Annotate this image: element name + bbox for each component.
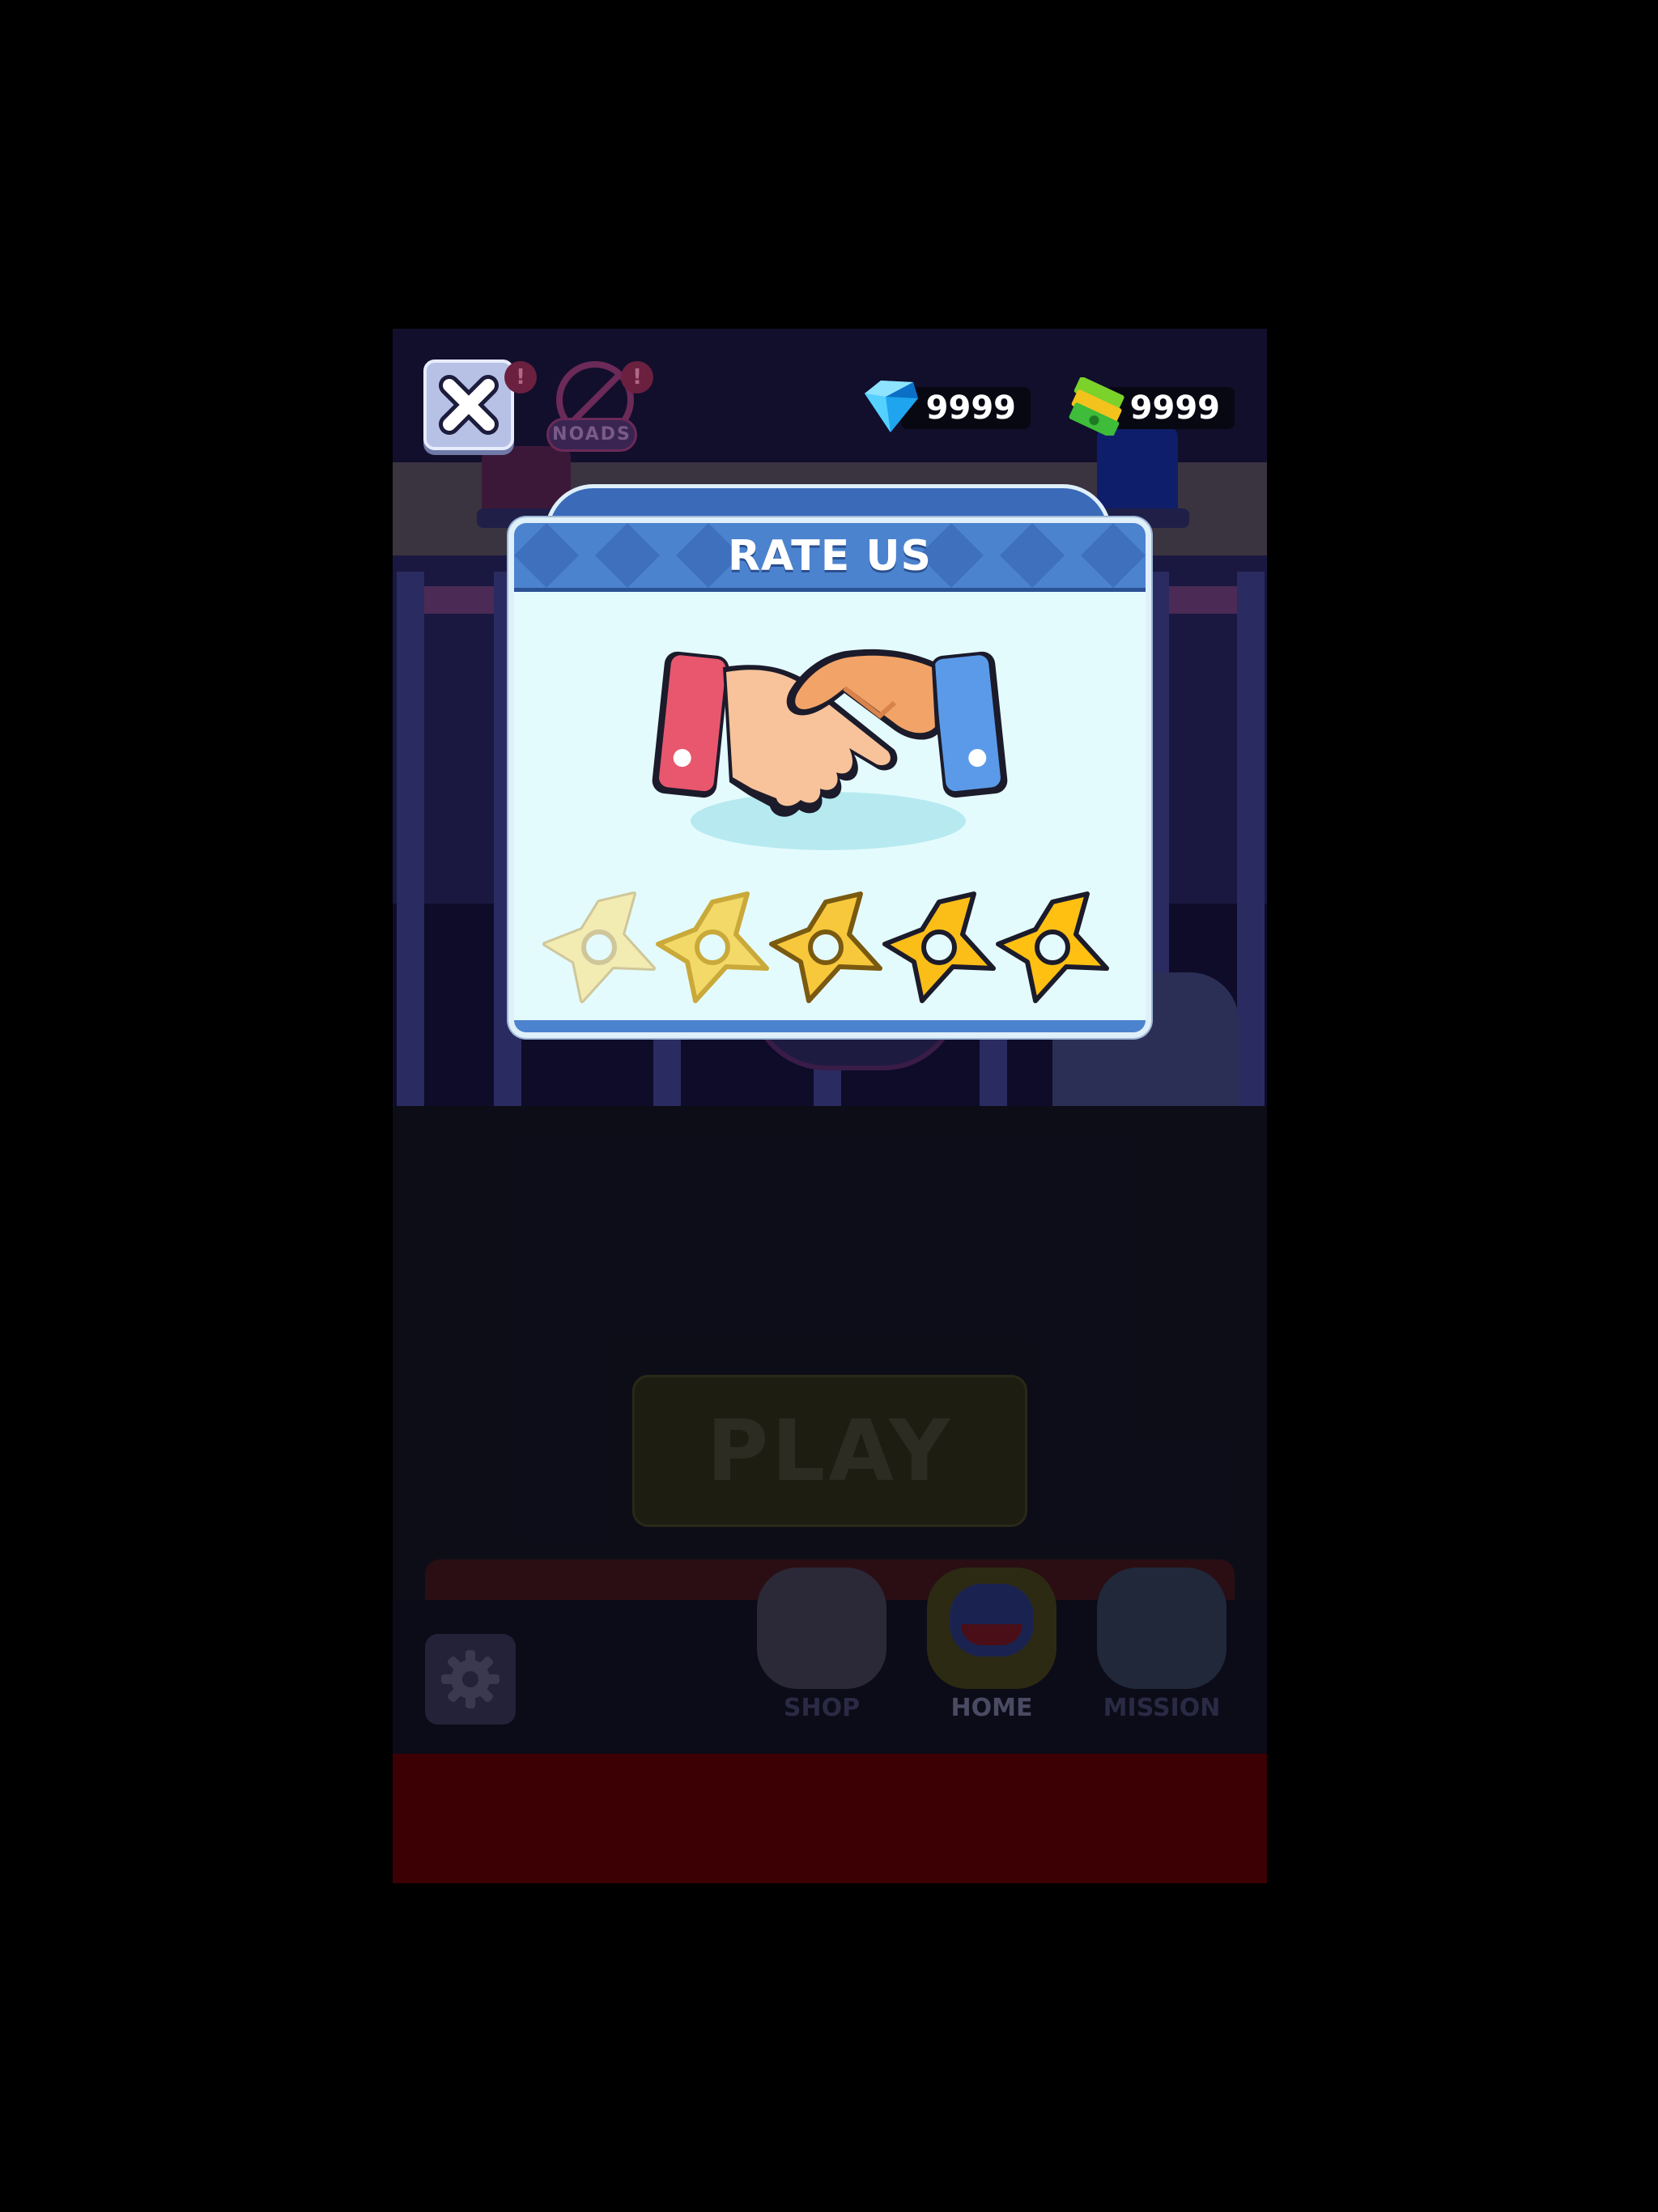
dialog-title: RATE US [727, 532, 933, 581]
shop-icon [757, 1568, 886, 1689]
star-rating[interactable] [538, 887, 1121, 1009]
nav-label: HOME [950, 1694, 1033, 1722]
star-icon-4[interactable] [878, 887, 1000, 1009]
noads-label: NOADS [546, 418, 637, 452]
gems-value: 9999 [925, 389, 1016, 427]
prize-toy [1097, 426, 1178, 519]
alert-badge: ! [621, 361, 653, 393]
diamond-icon [865, 381, 918, 432]
star-icon-2[interactable] [652, 887, 773, 1009]
nav-shop[interactable]: SHOP [749, 1568, 895, 1729]
star-icon-5[interactable] [992, 887, 1113, 1009]
play-label: PLAY [706, 1402, 954, 1500]
cash-stack-icon [1069, 377, 1124, 436]
cash-value: 9999 [1129, 389, 1220, 427]
star-icon-1[interactable] [538, 887, 660, 1009]
star-icon-3[interactable] [765, 887, 886, 1009]
game-screen: PLAY SHOP HOME MISSION ! NOADS ! 9999 99… [393, 329, 1267, 1883]
dialog-bottom-edge [514, 1020, 1146, 1032]
nav-label: MISSION [1103, 1694, 1221, 1722]
settings-button[interactable] [425, 1634, 516, 1725]
handshake-icon [652, 649, 1008, 850]
huggy-face-icon [927, 1568, 1056, 1689]
mission-icon [1097, 1568, 1226, 1689]
alert-badge: ! [504, 361, 537, 393]
play-button[interactable]: PLAY [632, 1375, 1027, 1527]
nav-home[interactable]: HOME [919, 1568, 1065, 1729]
nav-label: SHOP [783, 1694, 861, 1722]
close-button[interactable] [423, 359, 514, 450]
ad-banner [393, 1754, 1267, 1883]
dialog-header: RATE US [514, 523, 1146, 592]
gear-icon [441, 1650, 500, 1708]
rate-us-dialog: RATE US [508, 517, 1151, 1038]
close-x-icon [439, 375, 499, 435]
nav-mission[interactable]: MISSION [1089, 1568, 1235, 1729]
